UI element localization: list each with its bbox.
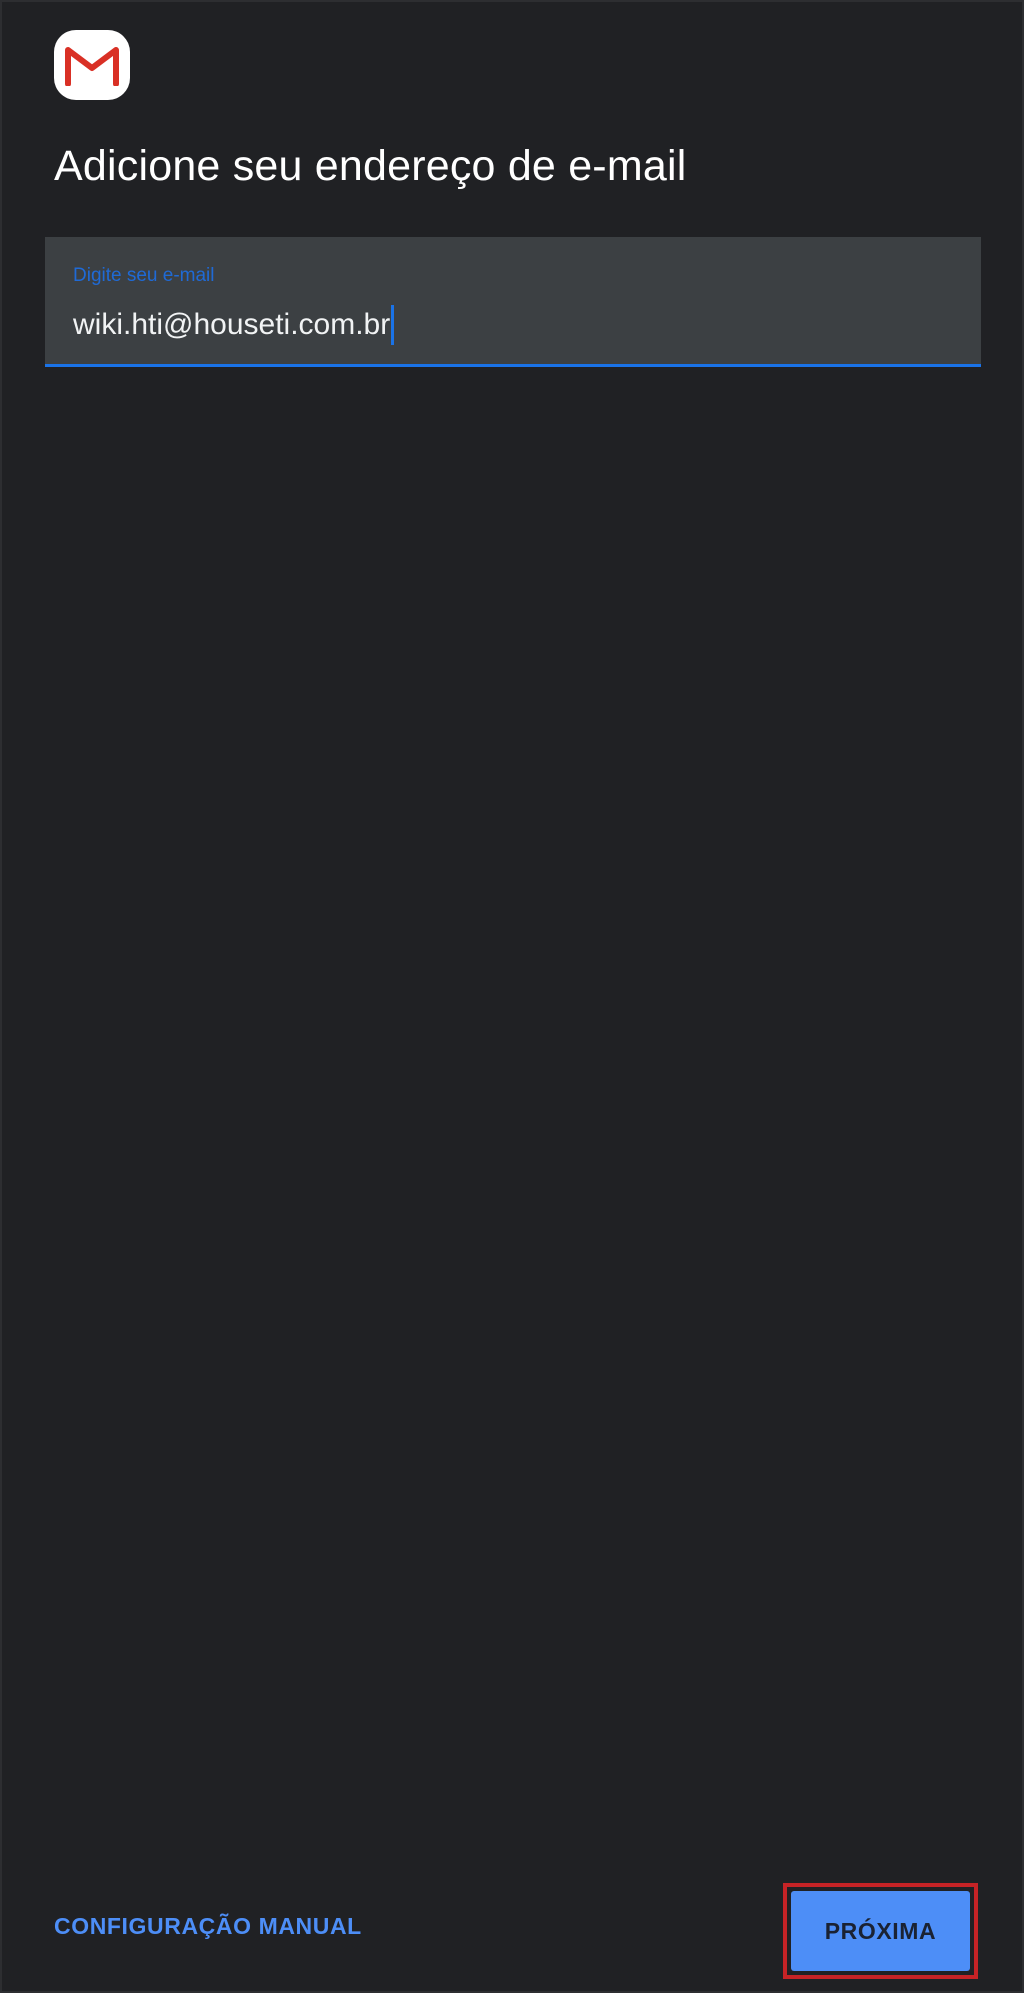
email-field-label: Digite seu e-mail — [73, 265, 215, 286]
text-cursor — [391, 305, 395, 345]
email-field[interactable]: Digite seu e-mail wiki.hti@houseti.com.b… — [45, 237, 981, 367]
email-value: wiki.hti@houseti.com.br — [73, 308, 391, 341]
page-title: Adicione seu endereço de e-mail — [54, 142, 687, 190]
email-input[interactable]: wiki.hti@houseti.com.br — [73, 303, 395, 347]
gmail-icon — [65, 47, 119, 86]
add-email-screen: Adicione seu endereço de e-mail Digite s… — [0, 0, 1024, 1993]
gmail-logo — [54, 30, 130, 100]
next-button[interactable]: PRÓXIMA — [791, 1891, 970, 1971]
manual-config-button[interactable]: CONFIGURAÇÃO MANUAL — [54, 1913, 362, 1940]
